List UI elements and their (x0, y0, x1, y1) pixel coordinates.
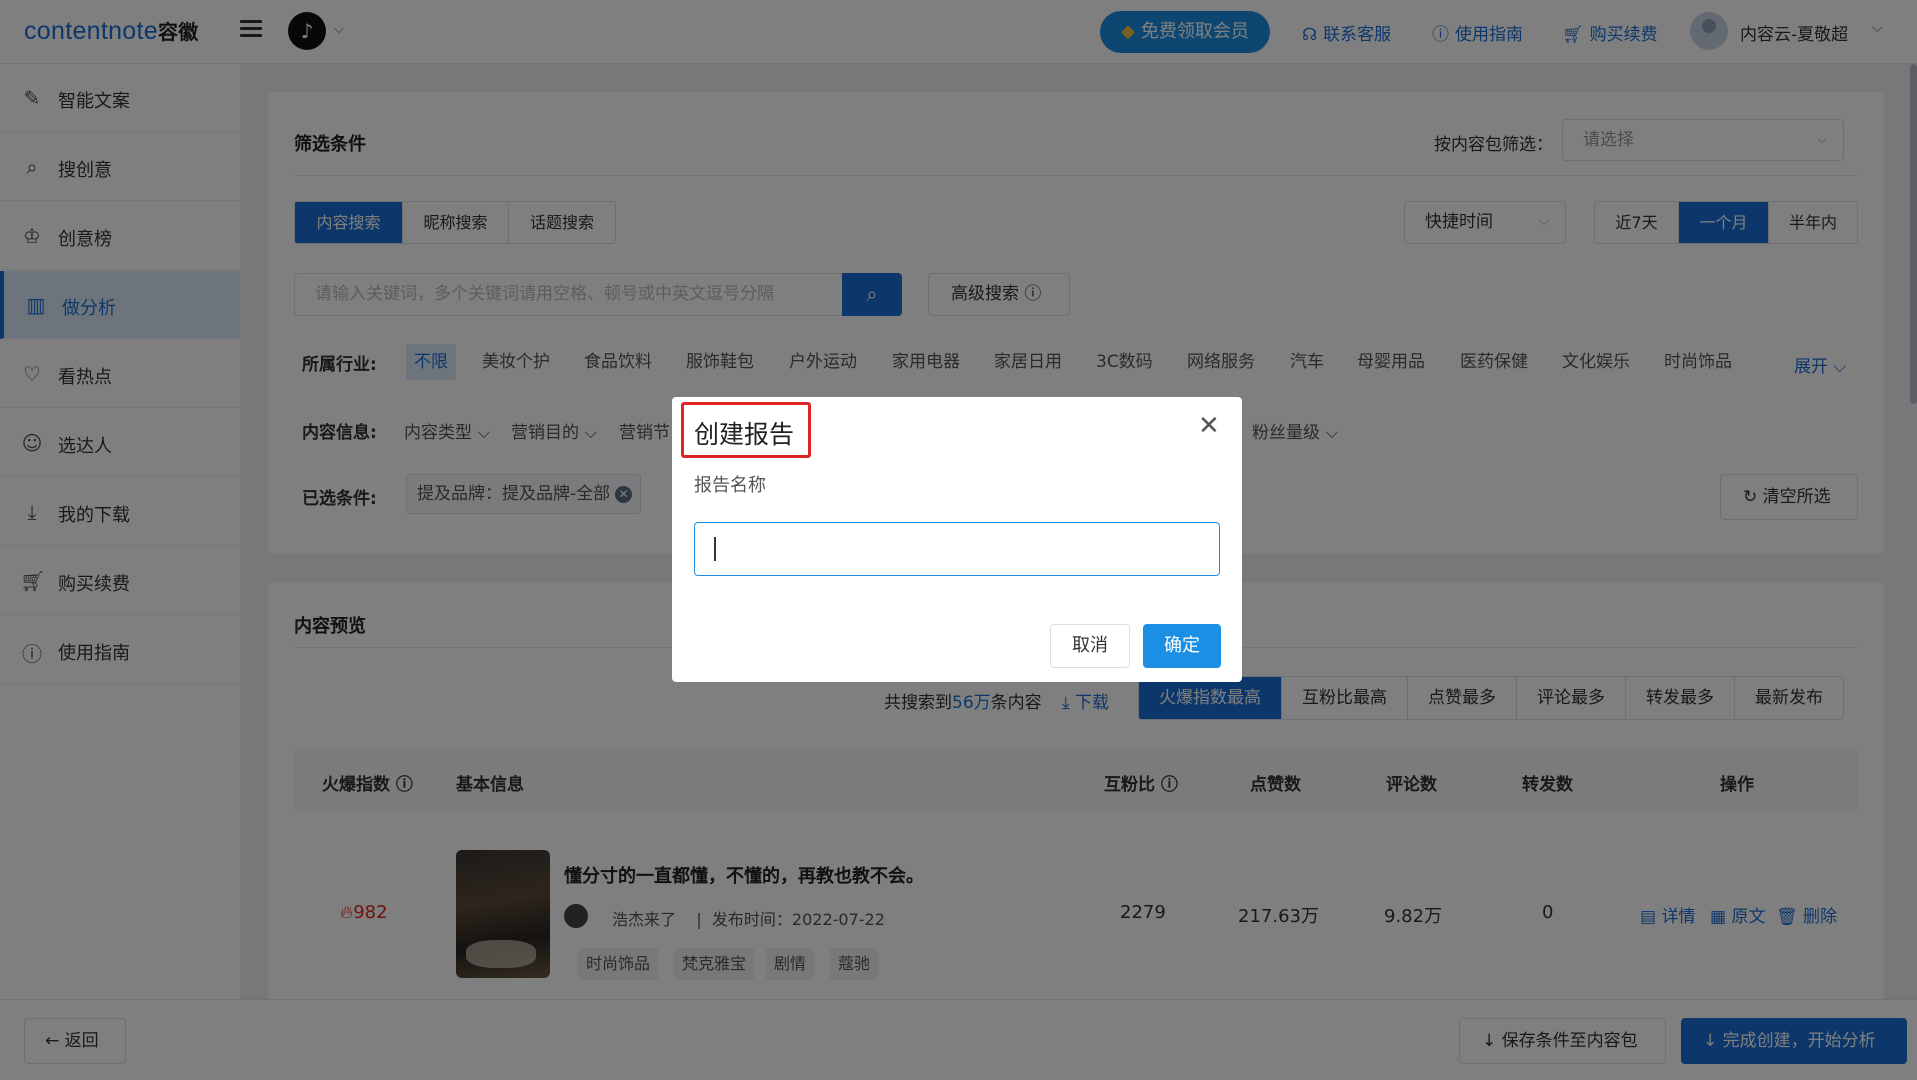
create-report-dialog: 创建报告 ✕ 报告名称 取消 确定 (672, 397, 1242, 682)
close-icon[interactable]: ✕ (1198, 413, 1220, 439)
report-name-label: 报告名称 (694, 475, 766, 496)
confirm-button[interactable]: 确定 (1143, 624, 1221, 668)
text-cursor (714, 537, 716, 561)
report-name-input[interactable] (694, 522, 1220, 576)
dialog-title: 创建报告 (694, 420, 795, 449)
cancel-button[interactable]: 取消 (1050, 624, 1130, 668)
